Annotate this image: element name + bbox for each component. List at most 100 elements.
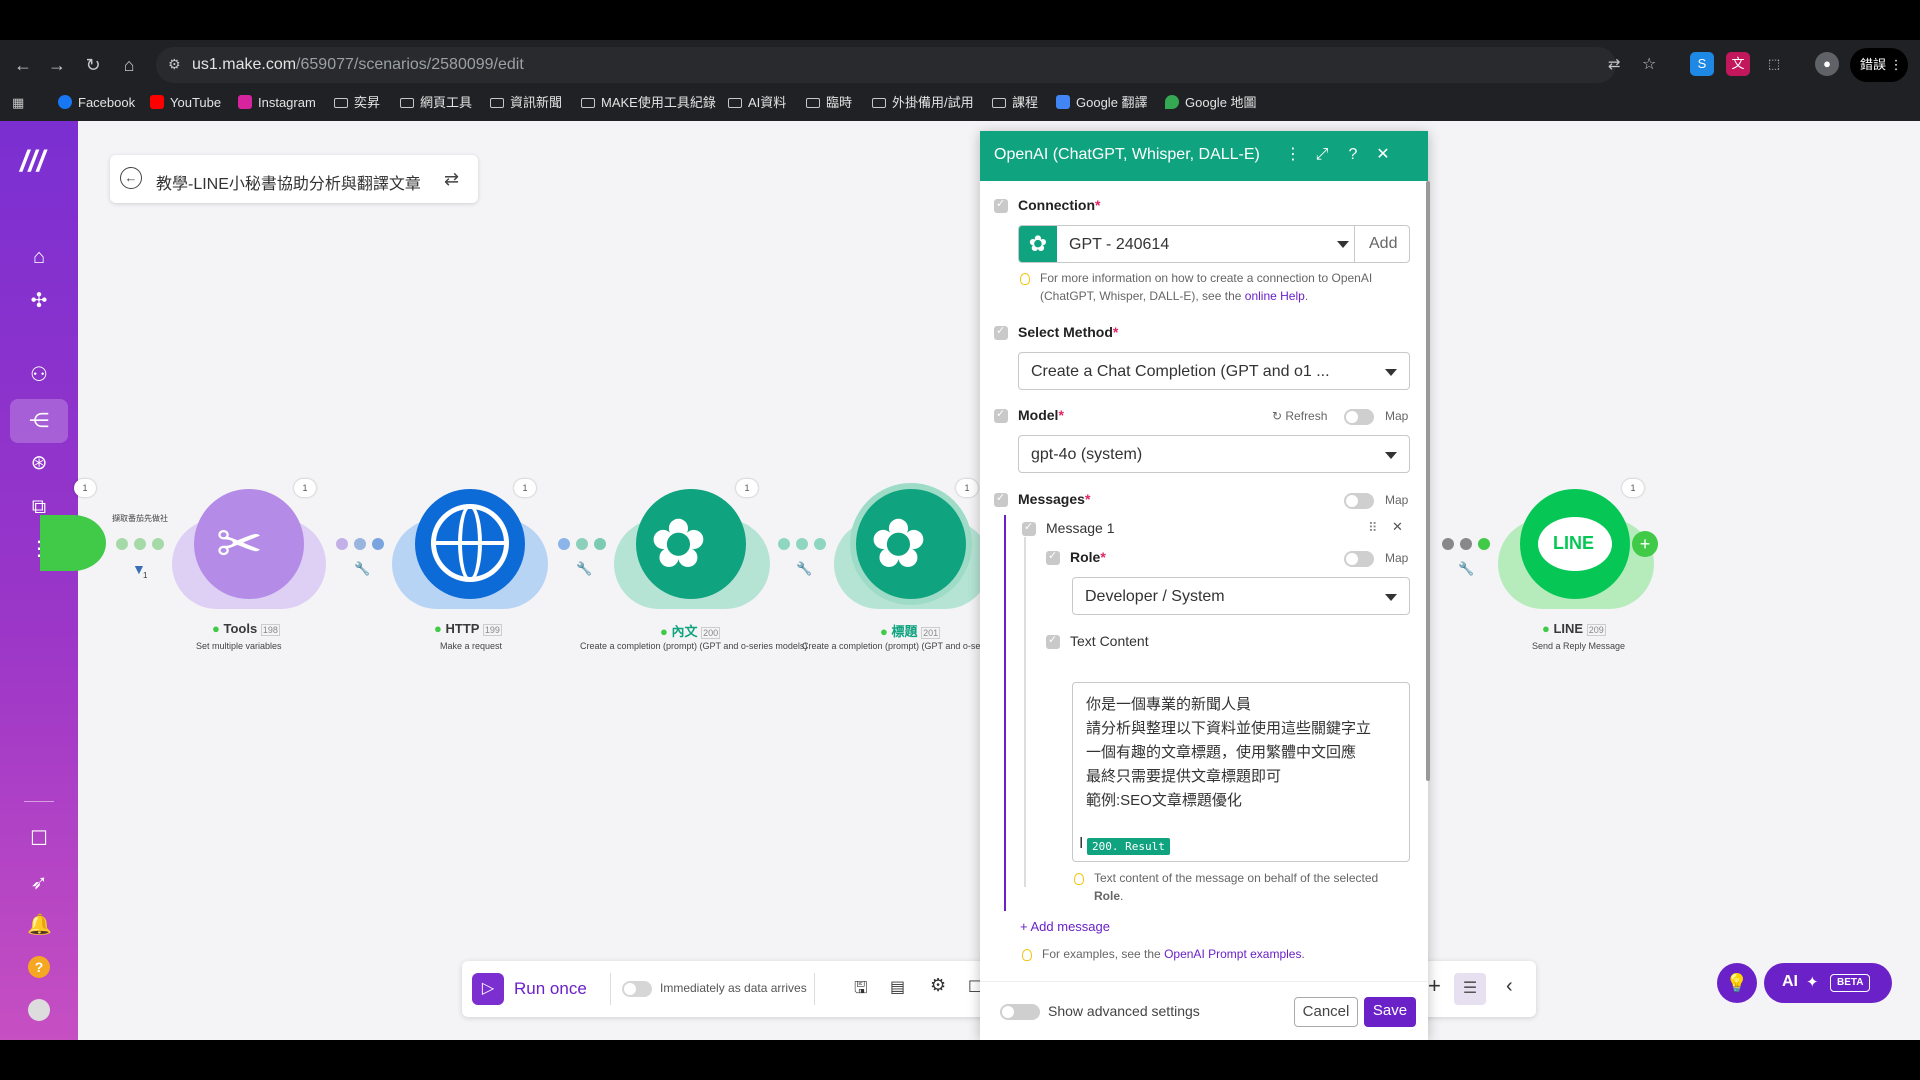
online-help-link[interactable]: online Help — [1245, 289, 1305, 303]
integrations-icon[interactable]: ✣ — [27, 289, 51, 313]
chevron-left-icon[interactable]: ‹ — [1506, 975, 1513, 998]
module-badge: 1 — [736, 479, 758, 497]
scenario-title[interactable]: 教學-LINE小秘書協助分析與翻譯文章 — [156, 170, 421, 194]
chevron-down-icon — [1385, 594, 1397, 601]
cancel-button[interactable]: Cancel — [1294, 997, 1358, 1027]
hint-bulb-icon — [1074, 873, 1084, 885]
reload-icon[interactable]: ↻ — [80, 52, 106, 78]
method-select[interactable]: Create a Chat Completion (GPT and o1 ... — [1018, 352, 1410, 390]
close-icon[interactable]: ✕ — [1373, 145, 1393, 165]
avatar[interactable] — [28, 999, 50, 1021]
model-select[interactable]: gpt-4o (system) — [1018, 435, 1410, 473]
tips-bulb-button[interactable]: 💡 — [1717, 963, 1757, 1003]
address-bar[interactable]: ⚙ us1.make.com/659077/scenarios/2580099/… — [156, 47, 1656, 83]
role-select[interactable]: Developer / System — [1072, 577, 1410, 615]
toolbar-divider — [814, 973, 815, 1005]
forward-icon[interactable]: → — [44, 52, 70, 78]
site-info-icon[interactable]: ⚙ — [168, 56, 181, 73]
avatar[interactable]: ● — [1815, 52, 1839, 76]
connector-dots — [116, 537, 170, 550]
ai-assistant-button[interactable]: AI ✦ BETA — [1764, 963, 1892, 1003]
openai-prompt-examples-link[interactable]: OpenAI Prompt examples — [1164, 947, 1301, 961]
docs-book-icon[interactable]: ☐ — [27, 827, 51, 851]
extensions-puzzle-icon[interactable]: ⬚ — [1762, 52, 1786, 76]
bookmark-folder[interactable]: 資訊新聞 — [490, 88, 562, 118]
bookmark-folder[interactable]: 奕昇 — [334, 88, 380, 118]
nav-divider — [24, 801, 54, 802]
wrench-icon[interactable]: 🔧 — [576, 561, 592, 577]
connections-icon[interactable]: ⊛ — [27, 451, 51, 475]
role-checkbox[interactable] — [1046, 549, 1060, 565]
bookmark-facebook[interactable]: Facebook — [58, 88, 135, 118]
messages-map-toggle[interactable] — [1344, 493, 1374, 509]
remove-message-icon[interactable]: ✕ — [1392, 519, 1403, 535]
bookmark-folder[interactable]: 課程 — [992, 88, 1038, 118]
wrench-icon[interactable]: 🔧 — [1458, 561, 1474, 577]
make-logo-icon[interactable]: /// — [20, 145, 45, 179]
model-map-toggle[interactable] — [1344, 409, 1374, 425]
connection-select[interactable]: ✿ GPT - 240614 Add — [1018, 225, 1410, 263]
translate-icon[interactable]: ⇄ — [1608, 55, 1621, 73]
more-vertical-icon[interactable]: ⋮ — [1283, 145, 1303, 165]
extension-s-icon[interactable]: S — [1690, 52, 1714, 76]
chevron-down-icon — [1385, 369, 1397, 376]
module-partial-left[interactable] — [40, 515, 106, 571]
advanced-settings-toggle[interactable] — [1000, 1004, 1040, 1020]
module-label: ● 標題 201 — [880, 624, 941, 639]
message1-checkbox[interactable] — [1022, 520, 1036, 536]
scenarios-share-icon[interactable]: ⋲ — [27, 409, 51, 433]
help-icon[interactable]: ? — [1343, 145, 1363, 165]
method-checkbox[interactable] — [994, 324, 1008, 340]
wrench-icon[interactable]: 🔧 — [354, 561, 370, 577]
star-icon[interactable]: ☆ — [1642, 54, 1656, 74]
model-checkbox[interactable] — [994, 407, 1008, 423]
save-icon[interactable]: 🖫 — [854, 977, 868, 1004]
connection-checkbox[interactable] — [994, 197, 1008, 213]
bookmark-youtube[interactable]: YouTube — [150, 88, 221, 118]
help-icon[interactable]: ? — [28, 956, 50, 978]
messages-checkbox[interactable] — [994, 491, 1008, 507]
mapped-result-pill[interactable]: 200. Result — [1087, 838, 1170, 855]
bookmark-folder[interactable]: AI資料 — [728, 88, 786, 118]
settings-gear-icon[interactable]: ⚙ — [930, 975, 946, 996]
rocket-icon[interactable]: ➶ — [27, 871, 51, 895]
bookmark-folder[interactable]: 外掛備用/試用 — [872, 88, 974, 118]
layout-icon[interactable]: ▤ — [890, 977, 905, 997]
bell-icon[interactable]: 🔔 — [27, 913, 52, 937]
expand-icon[interactable]: ⤢ — [1312, 145, 1332, 165]
drag-handle-icon[interactable]: ⠿ — [1368, 520, 1378, 536]
back-arrow-icon[interactable]: ← — [120, 167, 142, 189]
bookmark-folder[interactable]: 網頁工具 — [400, 88, 472, 118]
team-icon[interactable]: ⚇ — [27, 363, 51, 387]
add-icon[interactable]: + — [1428, 973, 1441, 999]
refresh-button[interactable]: ↻ Refresh — [1272, 409, 1327, 423]
bookmark-google-translate[interactable]: Google 翻譯 — [1056, 88, 1148, 118]
back-icon[interactable]: ← — [10, 52, 36, 78]
home-icon[interactable]: ⌂ — [27, 245, 51, 269]
checklist-icon[interactable]: ☰ — [1454, 973, 1486, 1005]
method-label: Select Method* — [1018, 324, 1119, 340]
text-content-checkbox[interactable] — [1046, 633, 1060, 649]
bookmark-instagram[interactable]: Instagram — [238, 88, 316, 118]
map-label: Map — [1385, 493, 1409, 507]
add-message-button[interactable]: + Add message — [1020, 919, 1110, 934]
connector-dots — [336, 537, 390, 550]
home-icon[interactable]: ⌂ — [116, 52, 142, 78]
chevron-down-icon — [1385, 452, 1397, 459]
bookmark-folder[interactable]: MAKE使用工具紀錄 — [581, 88, 716, 118]
apps-icon[interactable]: ▦ — [12, 88, 24, 118]
add-connection-button[interactable]: Add — [1369, 235, 1397, 253]
bookmark-google-maps[interactable]: Google 地圖 — [1165, 88, 1257, 118]
bookmark-folder[interactable]: 臨時 — [806, 88, 852, 118]
immediately-toggle[interactable] — [622, 981, 652, 997]
role-map-toggle[interactable] — [1344, 551, 1374, 567]
add-module-icon[interactable]: + — [1632, 531, 1658, 557]
save-button[interactable]: Save — [1364, 997, 1416, 1027]
text-content-input[interactable]: 你是一個專業的新聞人員 請分析與整理以下資料並使用這些關鍵字立 一個有趣的文章標… — [1072, 682, 1410, 862]
panel-scrollbar[interactable] — [1426, 181, 1430, 781]
profile-error-button[interactable]: 錯誤 ⋮ — [1850, 48, 1908, 82]
extension-translate-icon[interactable]: 文 — [1726, 52, 1750, 76]
swap-icon[interactable]: ⇄ — [444, 169, 459, 190]
chevron-down-icon — [1337, 241, 1349, 248]
wrench-icon[interactable]: 🔧 — [796, 561, 812, 577]
